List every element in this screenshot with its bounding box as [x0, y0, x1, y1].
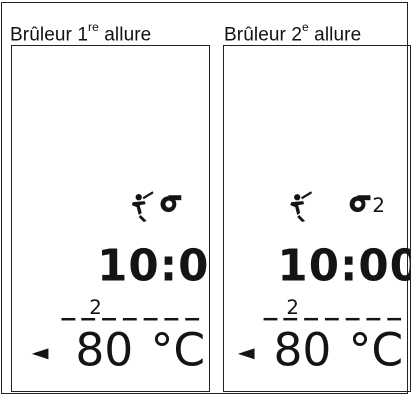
- svg-text:2: 2: [89, 296, 102, 319]
- svg-text:10:00: 10:00: [97, 241, 209, 291]
- burner-stage-number: 2: [372, 194, 385, 217]
- time-display: 10:00: [97, 241, 209, 291]
- stage-indicator: 2: [61, 296, 200, 321]
- lcd-panel-burner-stage-2: 2 10:00 2 ◄ 80 °C: [223, 45, 411, 392]
- panel-2-title: Brûleur 2e allure: [224, 20, 362, 46]
- svg-text:2: 2: [286, 296, 299, 319]
- temperature-value: 80: [273, 323, 331, 376]
- stage-indicator: 2: [263, 296, 402, 321]
- chimney-sweep-icon: [290, 191, 313, 222]
- temperature-unit: °C: [151, 324, 206, 377]
- time-display: 10:00: [277, 241, 410, 291]
- selection-arrow-icon: ◄: [32, 341, 49, 366]
- temperature-unit: °C: [349, 323, 404, 376]
- lcd-display: 10:00 2 ◄ 80 °C: [32, 191, 209, 377]
- chimney-sweep-icon: [131, 191, 154, 222]
- burner-icon: [349, 195, 371, 213]
- temperature-value: 80: [75, 324, 133, 377]
- selection-arrow-icon: ◄: [238, 340, 255, 365]
- lcd-panel-burner-stage-1: 10:00 2 ◄ 80 °C: [11, 45, 210, 392]
- svg-text:10:00: 10:00: [277, 241, 410, 291]
- lcd-display: 2 10:00 2 ◄ 80 °C: [238, 191, 410, 376]
- burner-icon: [160, 195, 182, 213]
- panel-1-title: Brûleur 1re allure: [10, 20, 152, 46]
